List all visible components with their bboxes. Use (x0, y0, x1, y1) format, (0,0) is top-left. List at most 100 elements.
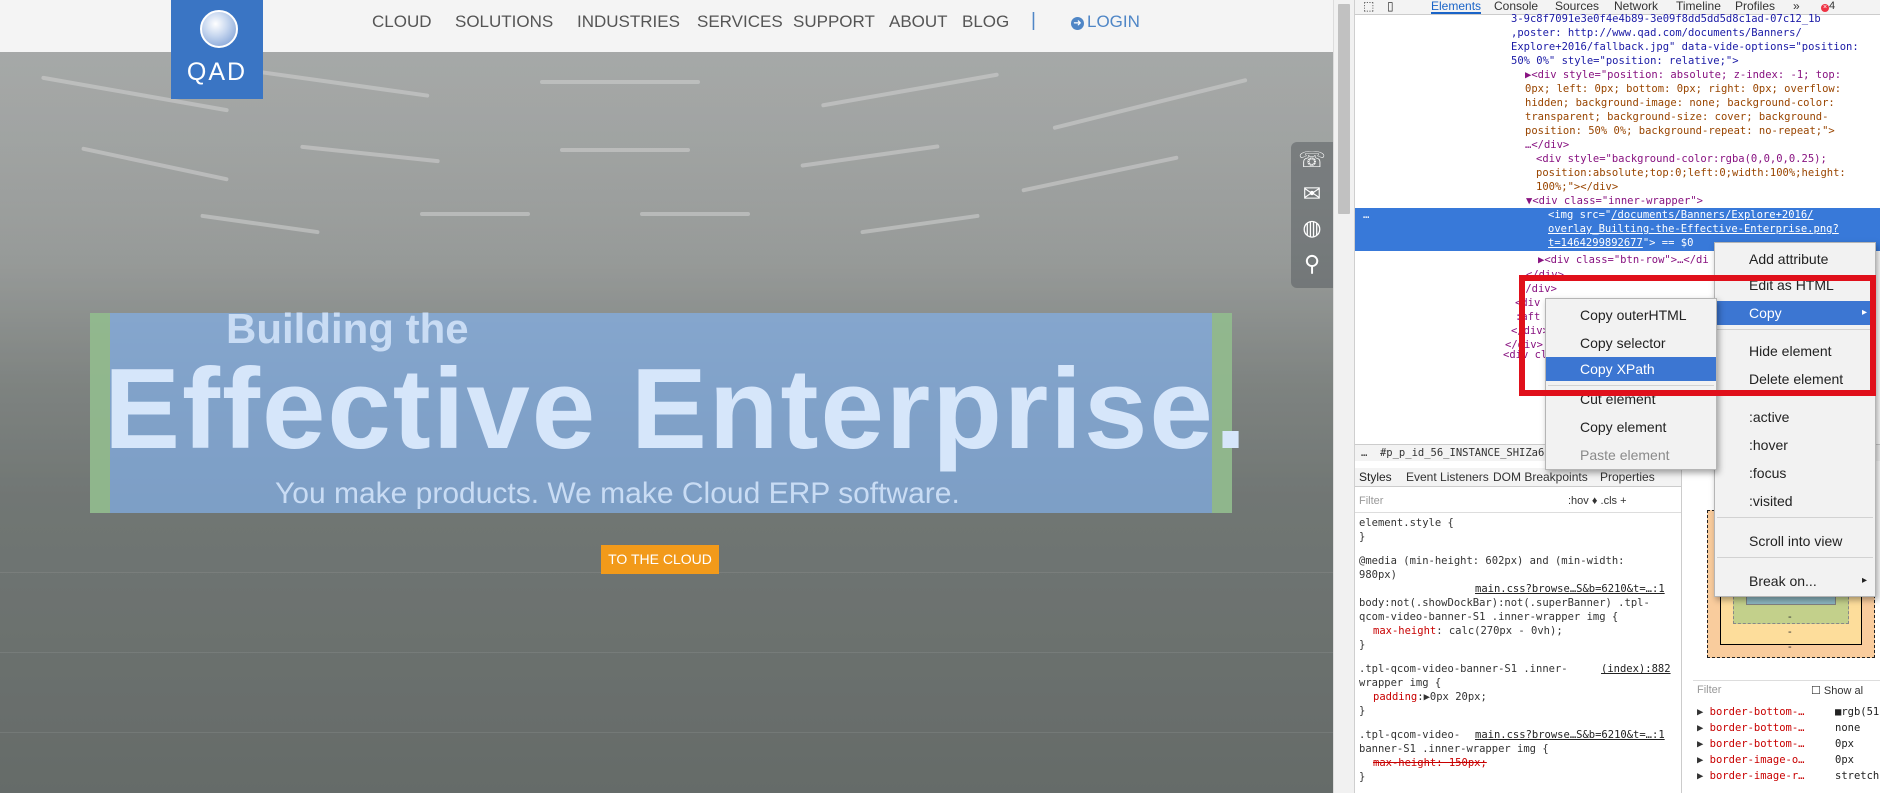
nav-solutions[interactable]: SOLUTIONS (455, 12, 553, 32)
tab-dom-breakpoints[interactable]: DOM Breakpoints (1493, 470, 1588, 484)
computed-row[interactable]: ▶ border-bottom-… 0px (1697, 738, 1854, 750)
menu-separator (1717, 557, 1873, 558)
logo-globe-icon (200, 10, 238, 48)
css-source-link[interactable]: main.css?browse…S&b=6210&t=…:1 (1475, 582, 1665, 596)
dom-line[interactable]: …</div> (1525, 138, 1569, 152)
img-src-link[interactable]: t=1464299892677 (1548, 237, 1643, 249)
dom-line[interactable]: 3-9c8f7091e3e0f4e4b89-3e09f8dd5dd5d8c1ad… (1511, 12, 1821, 26)
to-the-cloud-button[interactable]: TO THE CLOUD (601, 545, 719, 574)
css-selector: qcom-video-banner-S1 .inner-wrapper img … (1359, 611, 1619, 623)
dom-line[interactable]: ▶<div class="btn-row">…</di (1538, 253, 1709, 267)
css-declaration[interactable]: padding:▶0px 20px; (1373, 690, 1487, 704)
nav-services[interactable]: SERVICES (697, 12, 783, 32)
error-counter[interactable]: × 4 (1821, 0, 1835, 12)
dom-line[interactable]: ▶<div style="position: absolute; z-index… (1525, 68, 1841, 82)
tab-profiles[interactable]: Profiles (1735, 0, 1775, 12)
nav-cloud[interactable]: CLOUD (372, 12, 432, 32)
menu-separator (1717, 517, 1873, 518)
dom-ellipsis[interactable]: … (1363, 208, 1369, 222)
scrollbar-thumb[interactable] (1338, 4, 1350, 214)
tab-timeline[interactable]: Timeline (1676, 0, 1721, 12)
dom-line[interactable]: <div style="background-color:rgba(0,0,0,… (1536, 152, 1827, 166)
menu-force-active[interactable]: :active (1715, 405, 1875, 429)
menu-force-focus[interactable]: :focus (1715, 461, 1875, 485)
dom-line[interactable]: position: 50% 0%; background-repeat: no-… (1525, 124, 1835, 138)
highlight-annotation-box (1519, 275, 1876, 396)
nav-blog[interactable]: BLOG (962, 12, 1009, 32)
css-selector: .tpl-qcom-video-banner-S1 .inner- (1359, 663, 1568, 675)
box-model-value[interactable]: - (1788, 611, 1792, 623)
computed-row[interactable]: ▶ border-image-o… 0px (1697, 754, 1854, 766)
phone-icon[interactable]: ☏ (1298, 146, 1326, 174)
computed-row[interactable]: ▶ border-bottom-… ■rgb(51 (1697, 706, 1879, 718)
computed-value: ■rgb(51 (1835, 706, 1880, 718)
menu-copy-element[interactable]: Copy element (1546, 415, 1716, 439)
nav-separator: | (1031, 10, 1036, 31)
menu-force-visited[interactable]: :visited (1715, 489, 1875, 513)
tab-console[interactable]: Console (1494, 0, 1538, 12)
search-icon[interactable]: ⚲ (1298, 250, 1326, 278)
css-rule: } (1359, 639, 1366, 651)
dom-line[interactable]: Explore+2016/fallback.jpg" data-vide-opt… (1511, 40, 1859, 54)
mail-icon[interactable]: ✉ (1298, 180, 1326, 208)
dom-line[interactable]: ▼<div class="inner-wrapper"> (1526, 194, 1703, 208)
cursor-icon[interactable]: ⬚ (1363, 0, 1374, 12)
css-overridden-declaration[interactable]: max-height: 150px; (1373, 756, 1487, 770)
dom-line[interactable]: position:absolute;top:0;left:0;width:100… (1536, 166, 1846, 180)
nav-industries[interactable]: INDUSTRIES (577, 12, 680, 32)
tab-sources[interactable]: Sources (1555, 0, 1599, 12)
tab-network[interactable]: Network (1614, 0, 1658, 12)
tab-styles[interactable]: Styles (1359, 470, 1392, 484)
page-scrollbar[interactable] (1333, 0, 1355, 793)
tab-elements[interactable]: Elements (1431, 0, 1482, 14)
css-value: : calc(270px - 0vh); (1436, 625, 1563, 637)
menu-force-hover[interactable]: :hover (1715, 433, 1875, 457)
css-selector: banner-S1 .inner-wrapper img { (1359, 743, 1549, 755)
computed-row[interactable]: ▶ border-bottom-… none (1697, 722, 1860, 734)
box-model-value[interactable]: - (1788, 641, 1792, 653)
more-tabs-button[interactable]: » (1793, 0, 1800, 12)
computed-filter[interactable]: Filter ☐ Show al (1693, 680, 1880, 699)
img-src-link[interactable]: overlay_Builting-the-Effective-Enterpris… (1548, 222, 1839, 236)
dom-line[interactable]: hidden; background-image: none; backgrou… (1525, 96, 1835, 110)
css-declaration[interactable]: max-height: calc(270px - 0vh); (1373, 624, 1563, 638)
dom-line[interactable]: transparent; background-size: cover; bac… (1525, 110, 1828, 124)
css-selector: wrapper img { (1359, 677, 1442, 689)
tab-event-listeners[interactable]: Event Listeners (1406, 470, 1489, 484)
qad-logo[interactable]: QAD (171, 0, 263, 99)
styles-pane: element.style { } @media (min-height: 60… (1355, 514, 1681, 793)
style-filter-ops[interactable]: :hov ♦ .cls + (1568, 495, 1627, 507)
dom-line[interactable]: 0px; left: 0px; bottom: 0px; right: 0px;… (1525, 82, 1841, 96)
device-icon[interactable]: ▯ (1387, 0, 1394, 12)
hero-tagline: You make products. We make Cloud ERP sof… (275, 477, 960, 510)
computed-row[interactable]: ▶ border-image-r… stretch (1697, 770, 1879, 782)
menu-break-on[interactable]: Break on... ▸ (1715, 569, 1875, 591)
error-count: 4 (1829, 0, 1836, 12)
computed-prop: border-bottom-… (1709, 706, 1805, 718)
breadcrumb-path[interactable]: … #p_p_id_56_INSTANCE_SHIZa6i8 (1361, 446, 1557, 460)
pane-divider[interactable] (1681, 468, 1682, 793)
img-src-link[interactable]: /documents/Banners/Explore+2016/ (1611, 209, 1813, 221)
dom-line[interactable]: 50% 0%" style="position: relative;"> (1511, 54, 1739, 68)
globe-icon[interactable]: ◍ (1298, 214, 1326, 242)
side-contact-bar: ☏ ✉ ◍ ⚲ (1291, 142, 1333, 288)
dom-line[interactable]: 100%;"></div> (1536, 180, 1618, 194)
box-model-value[interactable]: - (1788, 626, 1792, 638)
nav-about[interactable]: ABOUT (889, 12, 948, 32)
styles-filter[interactable]: Filter :hov ♦ .cls + (1355, 494, 1681, 513)
show-all-checkbox[interactable]: ☐ Show al (1811, 684, 1863, 697)
dom-line[interactable]: ,poster: http://www.qad.com/documents/Ba… (1511, 26, 1802, 40)
menu-add-attribute[interactable]: Add attribute (1715, 247, 1875, 271)
css-source-link[interactable]: main.css?browse…S&b=6210&t=…:1 (1475, 728, 1665, 742)
tab-properties[interactable]: Properties (1600, 470, 1655, 484)
menu-scroll-into-view[interactable]: Scroll into view (1715, 529, 1875, 553)
nav-support[interactable]: SUPPORT (793, 12, 875, 32)
css-property: max-height (1373, 625, 1437, 637)
show-all-label: Show al (1823, 685, 1864, 697)
computed-list: ▶ border-bottom-… ■rgb(51 ▶ border-bottom… (1693, 704, 1880, 793)
computed-prop: border-bottom-… (1709, 738, 1805, 750)
login-link[interactable]: ➜ LOGIN (1071, 12, 1140, 32)
css-source-link[interactable]: (index):882 (1601, 662, 1671, 676)
dom-eq-marker: "> == $0 (1642, 237, 1694, 249)
logo-text: QAD (186, 58, 248, 86)
